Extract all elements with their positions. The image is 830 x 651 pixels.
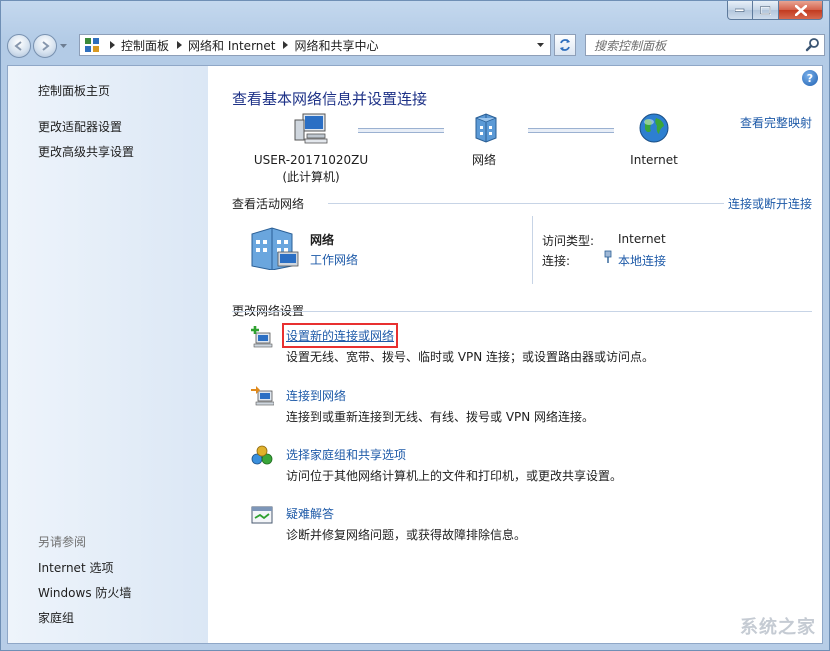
troubleshoot-icon xyxy=(251,506,273,524)
map-node-computer: USER-20171020ZU (此计算机) xyxy=(246,110,376,186)
refresh-button[interactable] xyxy=(554,34,576,56)
ethernet-icon xyxy=(604,250,612,263)
arrow-right-icon xyxy=(42,41,50,51)
connect-disconnect-link[interactable]: 连接或断开连接 xyxy=(728,195,812,212)
sidebar-link-internet-options[interactable]: Internet 选项 xyxy=(38,559,113,576)
section-divider xyxy=(328,203,724,204)
minimize-icon xyxy=(735,8,745,12)
watermark-logo: 系统之家 xyxy=(740,617,816,638)
network-icon xyxy=(475,113,497,143)
computer-icon xyxy=(294,113,328,144)
homegroup-sharing-link[interactable]: 选择家庭组和共享选项 xyxy=(286,446,406,463)
task-description: 诊断并修复网络问题，或获得故障排除信息。 xyxy=(286,528,527,542)
access-type-value: Internet xyxy=(618,232,666,246)
sidebar-link-change-adapter-settings[interactable]: 更改适配器设置 xyxy=(38,118,122,135)
main-panel: ? 查看基本网络信息并设置连接 查看完整映射 USER-20171020ZU (… xyxy=(208,66,822,643)
minimize-button[interactable] xyxy=(727,1,753,20)
refresh-icon xyxy=(560,39,570,51)
sidebar-link-windows-firewall[interactable]: Windows 防火墙 xyxy=(38,584,131,601)
active-network-name: 网络 xyxy=(310,233,335,247)
chevron-down-icon xyxy=(59,43,67,48)
network-sharing-center-window: 控制面板 网络和 Internet 网络和共享中心 控制面板主页 xyxy=(0,0,830,651)
maximize-icon xyxy=(760,5,771,15)
question-mark-icon: ? xyxy=(806,71,814,85)
connect-to-network-link[interactable]: 连接到网络 xyxy=(286,387,346,404)
breadcrumb-network-internet[interactable]: 网络和 Internet xyxy=(188,37,275,54)
map-node-internet[interactable]: Internet xyxy=(614,110,694,169)
troubleshoot-link[interactable]: 疑难解答 xyxy=(286,505,334,522)
sidebar-link-advanced-sharing-settings[interactable]: 更改高级共享设置 xyxy=(38,143,134,160)
sidebar-link-control-panel-home[interactable]: 控制面板主页 xyxy=(38,82,110,99)
homegroup-icon xyxy=(251,445,273,465)
breadcrumb-network-sharing-center[interactable]: 网络和共享中心 xyxy=(294,37,378,54)
content-area: 控制面板主页 更改适配器设置 更改高级共享设置 另请参阅 Internet 选项… xyxy=(7,65,823,644)
chevron-down-icon xyxy=(536,42,544,47)
search-icon xyxy=(805,38,819,52)
help-button[interactable]: ? xyxy=(802,70,818,86)
work-network-icon xyxy=(251,227,299,270)
breadcrumb-control-panel[interactable]: 控制面板 xyxy=(121,37,169,54)
section-divider xyxy=(232,311,812,312)
breadcrumb-separator-icon[interactable] xyxy=(283,41,289,49)
vertical-divider xyxy=(532,216,533,284)
map-node-network[interactable]: 网络 xyxy=(444,110,524,169)
view-full-map-link[interactable]: 查看完整映射 xyxy=(740,114,812,131)
address-dropdown-button[interactable] xyxy=(530,35,550,55)
maximize-button[interactable] xyxy=(753,1,779,20)
task-description: 连接到或重新连接到无线、有线、拨号或 VPN 网络连接。 xyxy=(286,410,595,424)
caption-buttons xyxy=(727,1,823,20)
setup-new-connection-link[interactable]: 设置新的连接或网络 xyxy=(281,323,399,348)
map-connector-line xyxy=(528,128,614,133)
network-type-link[interactable]: 工作网络 xyxy=(310,251,358,268)
internet-label: Internet xyxy=(630,153,678,167)
breadcrumb-separator-icon[interactable] xyxy=(177,41,183,49)
sidebar-link-homegroup[interactable]: 家庭组 xyxy=(38,609,74,626)
sidebar: 控制面板主页 更改适配器设置 更改高级共享设置 另请参阅 Internet 选项… xyxy=(8,66,208,643)
network-label: 网络 xyxy=(471,153,496,167)
access-type-label: 访问类型: xyxy=(542,234,595,248)
globe-icon xyxy=(639,113,669,143)
new-connection-icon xyxy=(251,326,273,348)
search-input[interactable] xyxy=(592,36,796,56)
back-button[interactable] xyxy=(7,34,31,58)
computer-name: USER-20171020ZU xyxy=(253,153,369,167)
forward-button[interactable] xyxy=(33,34,57,58)
see-also-heading: 另请参阅 xyxy=(38,535,87,549)
connections-label: 连接: xyxy=(542,254,571,268)
control-panel-icon xyxy=(82,35,102,55)
close-icon xyxy=(794,4,807,16)
task-description: 访问位于其他网络计算机上的文件和打印机，或更改共享设置。 xyxy=(286,469,623,483)
breadcrumb-separator-icon[interactable] xyxy=(110,41,115,49)
arrow-left-icon xyxy=(14,41,22,51)
local-connection-link[interactable]: 本地连接 xyxy=(618,252,666,269)
page-title: 查看基本网络信息并设置连接 xyxy=(232,90,428,108)
search-button[interactable] xyxy=(805,37,821,53)
connect-to-network-icon xyxy=(251,386,274,406)
search-box[interactable] xyxy=(585,34,825,56)
navigation-bar: 控制面板 网络和 Internet 网络和共享中心 xyxy=(7,31,825,61)
active-networks-heading: 查看活动网络 xyxy=(232,197,305,211)
recent-pages-dropdown[interactable] xyxy=(57,34,69,58)
address-bar[interactable]: 控制面板 网络和 Internet 网络和共享中心 xyxy=(79,34,551,56)
task-description: 设置无线、宽带、拨号、临时或 VPN 连接；或设置路由器或访问点。 xyxy=(286,350,655,364)
computer-sub-label: (此计算机) xyxy=(282,170,340,184)
map-connector-line xyxy=(358,128,444,133)
close-button[interactable] xyxy=(779,1,823,20)
